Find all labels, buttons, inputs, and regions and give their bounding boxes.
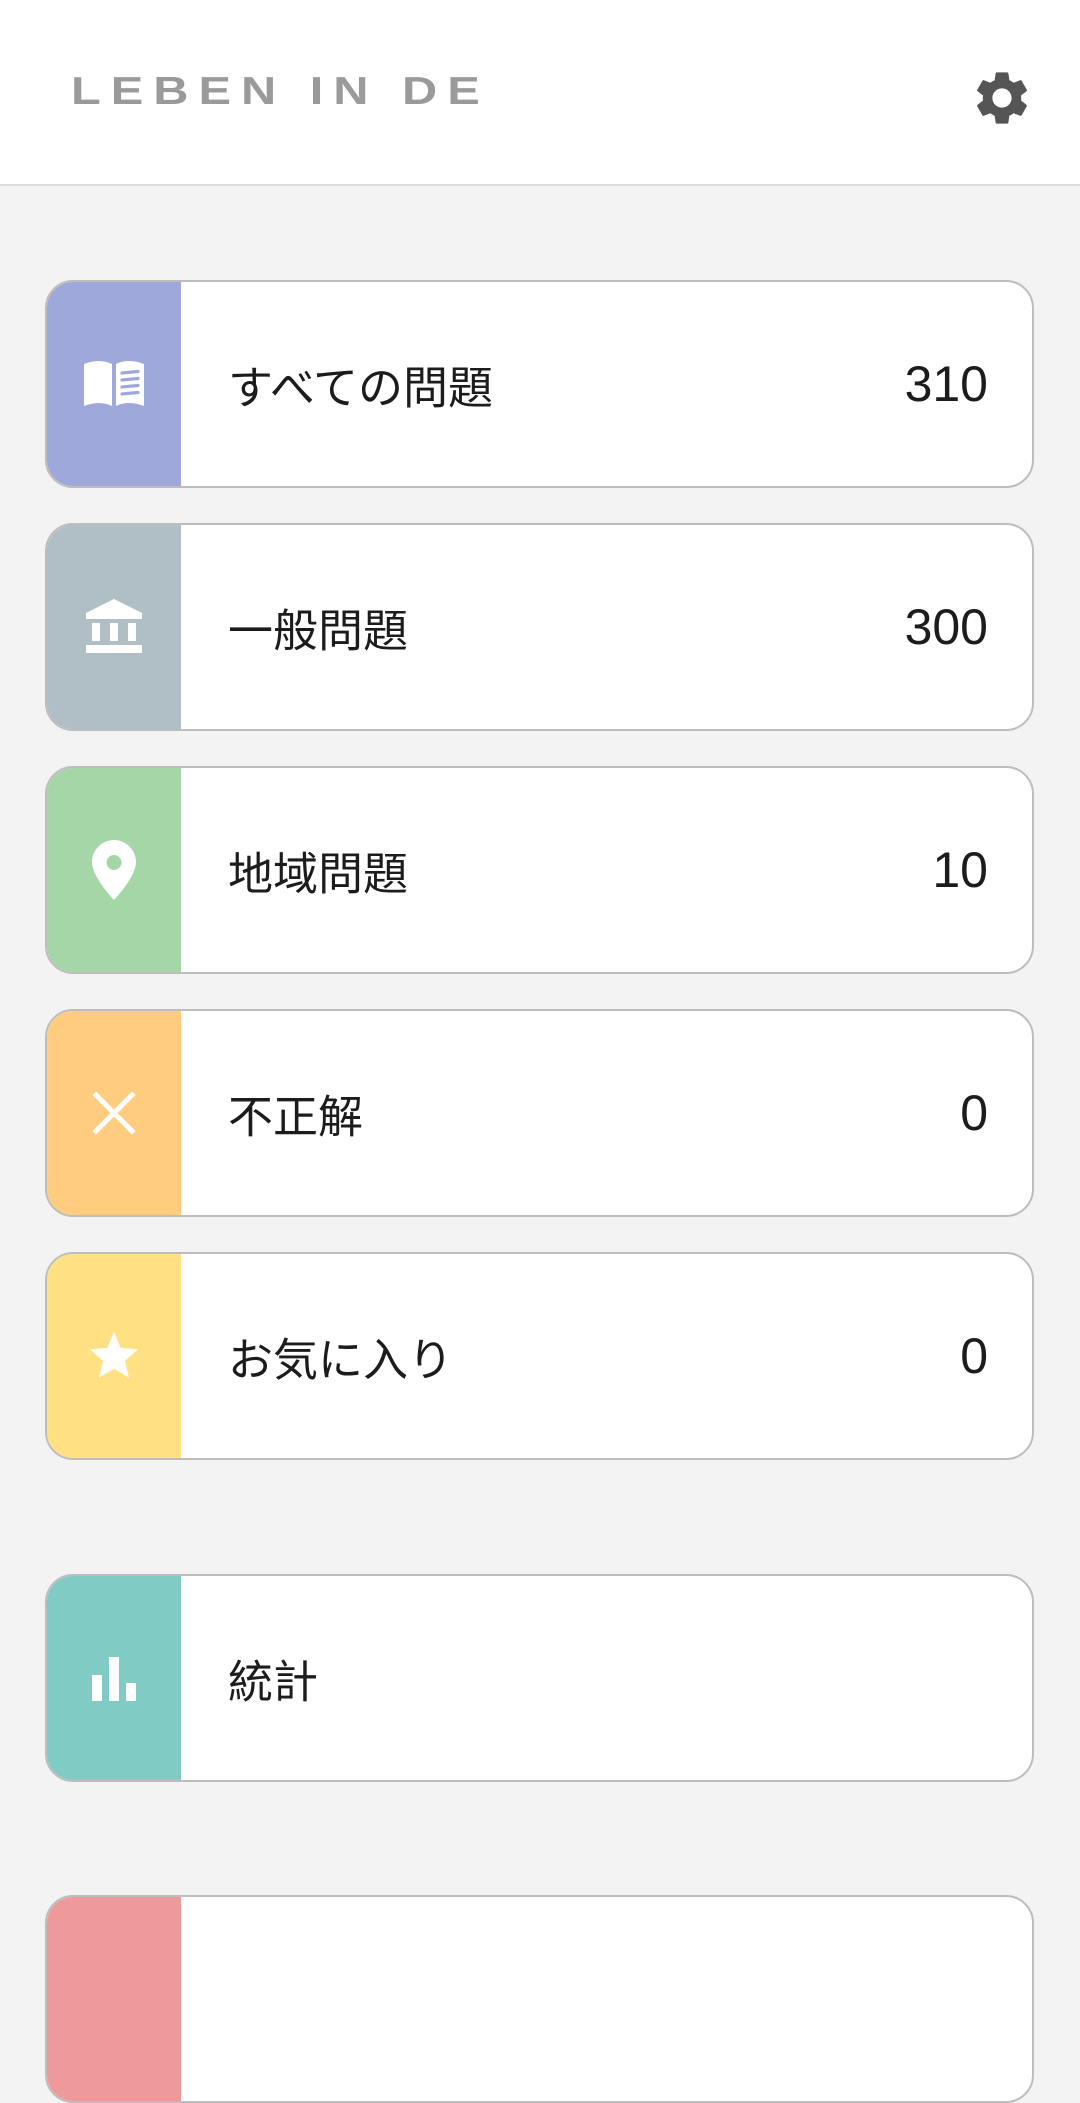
menu-item-count: 300: [904, 599, 988, 655]
menu-item-label: 地域問題: [228, 847, 409, 901]
bar-chart-icon: [92, 1657, 136, 1701]
menu-item-count: 310: [904, 356, 988, 412]
menu-item-all-questions[interactable]: すべての問題 310: [45, 280, 1034, 488]
menu-item-count: 0: [960, 1085, 988, 1141]
book-icon: [84, 361, 144, 406]
menu-item-statistics[interactable]: 統計: [45, 1574, 1034, 1782]
star-icon: [89, 1331, 139, 1378]
bank-icon: [86, 599, 142, 653]
menu-item-general-questions[interactable]: 一般問題 300: [45, 523, 1034, 731]
location-pin-icon: [92, 840, 136, 900]
menu-item-incorrect[interactable]: 不正解 0: [45, 1009, 1034, 1217]
menu-item-label: 一般問題: [228, 604, 409, 658]
menu-item-label: 不正解: [228, 1090, 364, 1144]
menu-item-count: 0: [960, 1328, 988, 1384]
menu-icon-block: [47, 282, 181, 486]
app-bar: LEBEN IN DE: [0, 0, 1080, 186]
menu-item-favorites[interactable]: お気に入り 0: [45, 1252, 1034, 1460]
menu-icon-block: [47, 1576, 181, 1780]
menu-icon-block: [47, 1897, 181, 2101]
menu-icon-block: [47, 1254, 181, 1458]
close-icon: [92, 1091, 136, 1135]
menu-item-regional-questions[interactable]: 地域問題 10: [45, 766, 1034, 974]
menu-item-partial[interactable]: [45, 1895, 1034, 2103]
menu-icon-block: [47, 768, 181, 972]
app-title: LEBEN IN DE: [71, 70, 490, 113]
menu-item-label: 統計: [228, 1655, 319, 1709]
menu-icon-block: [47, 1011, 181, 1215]
menu-item-count: 10: [932, 842, 988, 898]
menu-icon-block: [47, 525, 181, 729]
gear-icon: [977, 72, 1027, 124]
settings-button[interactable]: [970, 66, 1034, 130]
menu-item-label: お気に入り: [228, 1333, 454, 1387]
menu-item-label: すべての問題: [228, 361, 494, 415]
